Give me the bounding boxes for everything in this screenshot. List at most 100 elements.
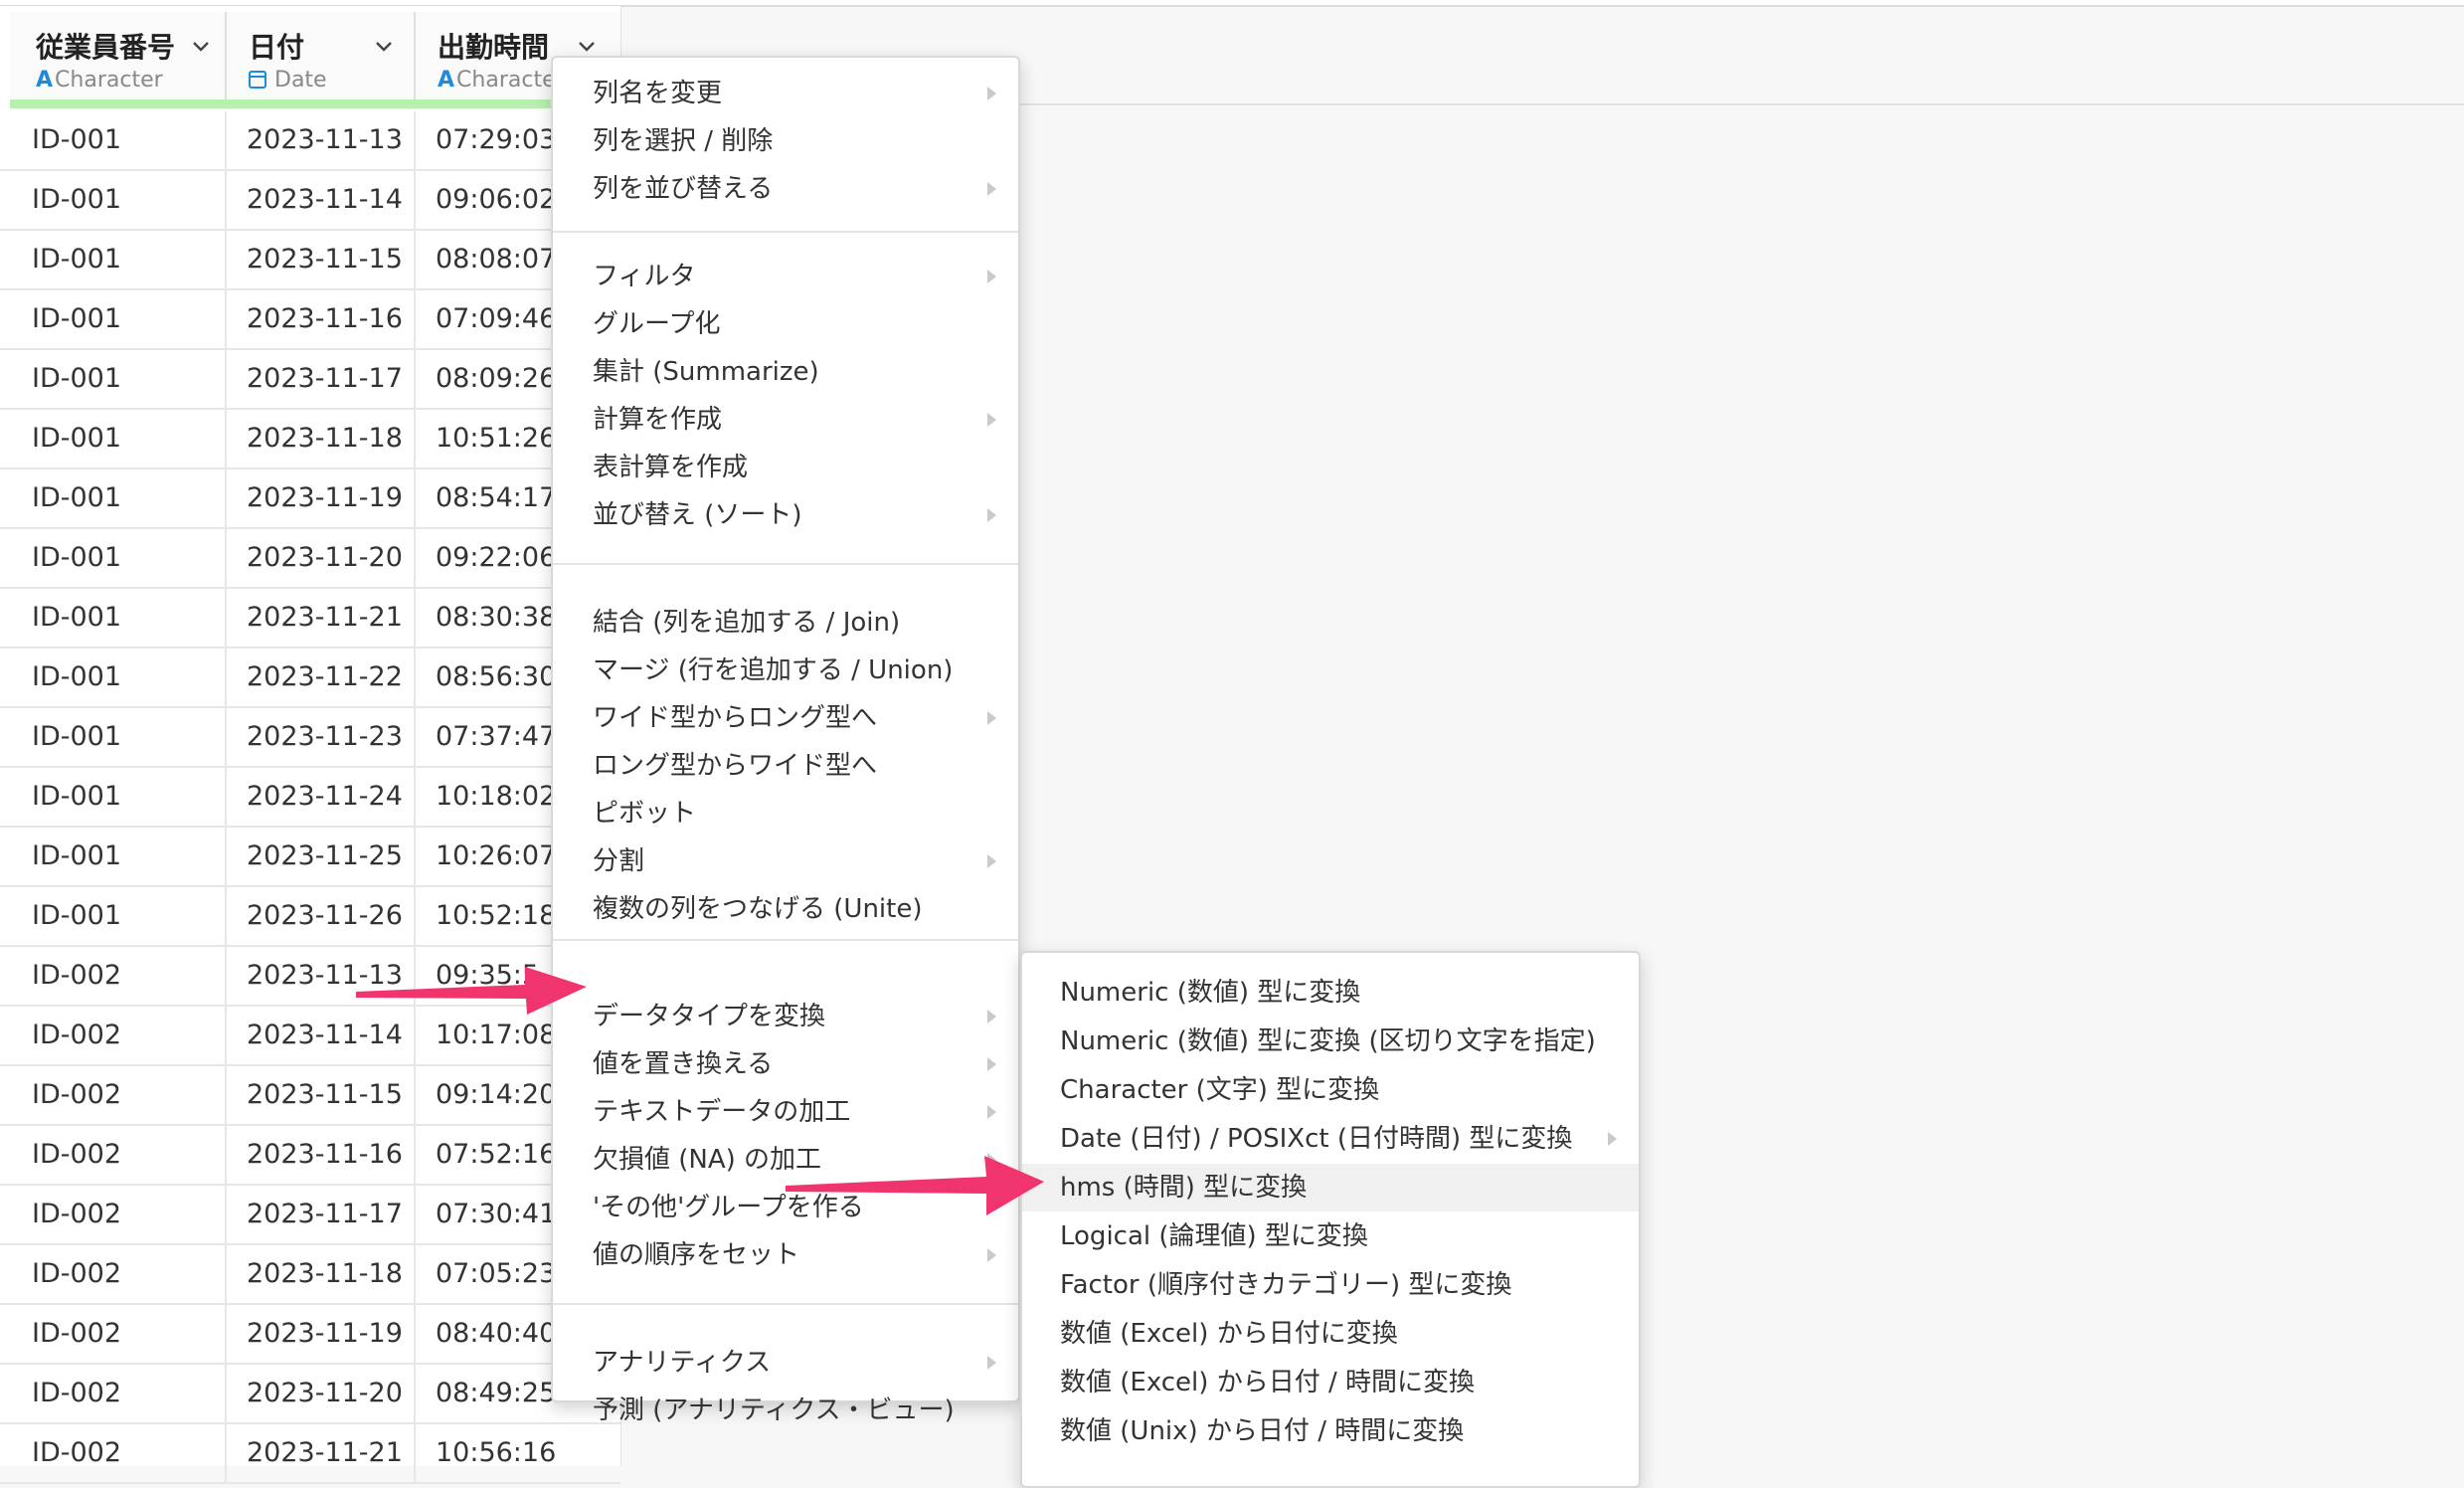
table-cell[interactable]: 2023-11-13 [227,111,416,169]
menu-item[interactable]: 集計 (Summarize) [553,348,1018,396]
menu-item[interactable]: 列を並び替える [553,165,1018,213]
table-cell[interactable]: 2023-11-19 [227,1305,416,1363]
column-header-date[interactable]: 日付 Date [227,12,416,101]
table-cell[interactable]: ID-002 [10,1365,227,1422]
table-cell[interactable]: ID-001 [10,290,227,348]
table-row[interactable]: ID-001 2023-11-24 10:18:02 [0,768,620,828]
table-cell[interactable]: 2023-11-21 [227,589,416,647]
table-cell[interactable]: 2023-11-19 [227,469,416,527]
table-cell[interactable]: ID-001 [10,887,227,945]
menu-item[interactable]: データタイプを変換 [553,993,1018,1040]
table-row[interactable]: ID-001 2023-11-16 07:09:46 [0,290,620,350]
table-row[interactable]: ID-001 2023-11-22 08:56:30 [0,649,620,708]
table-cell[interactable]: ID-001 [10,529,227,587]
menu-item[interactable]: 列を選択 / 削除 [553,117,1018,165]
table-cell[interactable]: ID-002 [10,1126,227,1184]
table-cell[interactable]: ID-002 [10,1186,227,1243]
table-row[interactable]: ID-001 2023-11-18 10:51:26 [0,410,620,469]
table-row[interactable]: ID-001 2023-11-21 08:30:38 [0,589,620,649]
table-row[interactable]: ID-001 2023-11-14 09:06:02 [0,171,620,231]
menu-item[interactable]: 表計算を作成 [553,444,1018,491]
table-cell[interactable]: ID-001 [10,350,227,408]
column-header-employee-id[interactable]: 従業員番号 ACharacter [10,12,227,101]
menu-item[interactable]: フィルタ [553,253,1018,300]
chevron-down-icon[interactable] [372,34,396,58]
table-cell[interactable]: 2023-11-21 [227,1424,416,1482]
table-cell[interactable]: ID-002 [10,1245,227,1303]
table-cell[interactable]: 2023-11-16 [227,1126,416,1184]
table-cell[interactable]: 2023-11-17 [227,1186,416,1243]
menu-item[interactable]: 'その他'グループを作る [553,1184,1018,1231]
menu-item[interactable]: マージ (行を追加する / Union) [553,647,1018,694]
table-cell[interactable]: 2023-11-13 [227,947,416,1005]
menu-item[interactable]: アナリティクス [553,1339,1018,1387]
table-cell[interactable]: ID-001 [10,111,227,169]
chevron-down-icon[interactable] [575,34,599,58]
table-cell[interactable]: 2023-11-20 [227,529,416,587]
menu-item[interactable]: 複数の列をつなげる (Unite) [553,885,1018,933]
table-cell[interactable]: ID-001 [10,708,227,766]
table-cell[interactable]: ID-001 [10,469,227,527]
table-cell[interactable]: ID-001 [10,410,227,467]
submenu-item[interactable]: Date (日付) / POSIXct (日付時間) 型に変換 [1022,1115,1639,1163]
table-row[interactable]: ID-002 2023-11-13 09:35:5 [0,947,620,1007]
menu-item[interactable]: 予測 (アナリティクス・ビュー) [553,1387,1018,1434]
submenu-item[interactable]: Numeric (数値) 型に変換 [1022,969,1639,1017]
table-cell[interactable]: 2023-11-15 [227,231,416,288]
table-cell[interactable]: ID-001 [10,589,227,647]
chevron-down-icon[interactable] [189,34,213,58]
table-cell[interactable]: 2023-11-18 [227,1245,416,1303]
submenu-item[interactable]: 数値 (Unix) から日付 / 時間に変換 [1022,1407,1639,1455]
table-cell[interactable]: 2023-11-25 [227,828,416,885]
menu-item[interactable]: 分割 [553,837,1018,885]
table-cell[interactable]: 2023-11-17 [227,350,416,408]
table-row[interactable]: ID-002 2023-11-16 07:52:16 [0,1126,620,1186]
table-cell[interactable]: 2023-11-16 [227,290,416,348]
table-cell[interactable]: ID-001 [10,231,227,288]
submenu-item[interactable]: Numeric (数値) 型に変換 (区切り文字を指定) [1022,1018,1639,1065]
table-row[interactable]: ID-001 2023-11-23 07:37:47 [0,708,620,768]
table-cell[interactable]: 2023-11-24 [227,768,416,826]
menu-item[interactable]: 計算を作成 [553,396,1018,444]
table-cell[interactable]: ID-002 [10,1066,227,1124]
menu-item[interactable]: 結合 (列を追加する / Join) [553,599,1018,647]
table-row[interactable]: ID-002 2023-11-20 08:49:25 [0,1365,620,1424]
table-cell[interactable]: 2023-11-26 [227,887,416,945]
submenu-item[interactable]: Factor (順序付きカテゴリー) 型に変換 [1022,1261,1639,1309]
menu-item[interactable]: グループ化 [553,300,1018,348]
menu-item[interactable]: テキストデータの加工 [553,1088,1018,1136]
menu-item[interactable]: 並び替え (ソート) [553,491,1018,539]
menu-item[interactable]: ワイド型からロング型へ [553,694,1018,742]
table-row[interactable]: ID-001 2023-11-25 10:26:07 [0,828,620,887]
menu-item[interactable]: 値を置き換える [553,1040,1018,1088]
table-cell[interactable]: ID-002 [10,1305,227,1363]
submenu-item[interactable]: 数値 (Excel) から日付に変換 [1022,1310,1639,1358]
table-cell[interactable]: 2023-11-15 [227,1066,416,1124]
table-cell[interactable]: ID-002 [10,1007,227,1064]
submenu-item[interactable]: 数値 (Excel) から日付 / 時間に変換 [1022,1359,1639,1406]
table-row[interactable]: ID-001 2023-11-15 08:08:07 [0,231,620,290]
table-cell[interactable]: 2023-11-20 [227,1365,416,1422]
table-row[interactable]: ID-002 2023-11-19 08:40:40 [0,1305,620,1365]
table-cell[interactable]: ID-001 [10,828,227,885]
menu-item[interactable]: 値の順序をセット [553,1231,1018,1279]
table-row[interactable]: ID-001 2023-11-13 07:29:03 [0,111,620,171]
table-row[interactable]: ID-001 2023-11-20 09:22:06 [0,529,620,589]
table-row[interactable]: ID-002 2023-11-21 10:56:16 [0,1424,620,1484]
table-cell[interactable]: ID-001 [10,649,227,706]
table-cell[interactable]: 2023-11-14 [227,1007,416,1064]
submenu-item[interactable]: Logical (論理値) 型に変換 [1022,1212,1639,1260]
menu-item[interactable]: 列名を変更 [553,70,1018,117]
table-row[interactable]: ID-001 2023-11-26 10:52:18 [0,887,620,947]
table-cell[interactable]: 2023-11-23 [227,708,416,766]
table-row[interactable]: ID-001 2023-11-19 08:54:17 [0,469,620,529]
submenu-item[interactable]: Character (文字) 型に変換 [1022,1066,1639,1114]
table-row[interactable]: ID-002 2023-11-18 07:05:23 [0,1245,620,1305]
table-row[interactable]: ID-002 2023-11-14 10:17:08 [0,1007,620,1066]
table-row[interactable]: ID-002 2023-11-15 09:14:20 [0,1066,620,1126]
table-cell[interactable]: ID-001 [10,768,227,826]
submenu-item[interactable]: hms (時間) 型に変換 [1022,1164,1639,1211]
menu-item[interactable]: ピボット [553,790,1018,837]
table-cell[interactable]: ID-001 [10,171,227,229]
table-row[interactable]: ID-001 2023-11-17 08:09:26 [0,350,620,410]
